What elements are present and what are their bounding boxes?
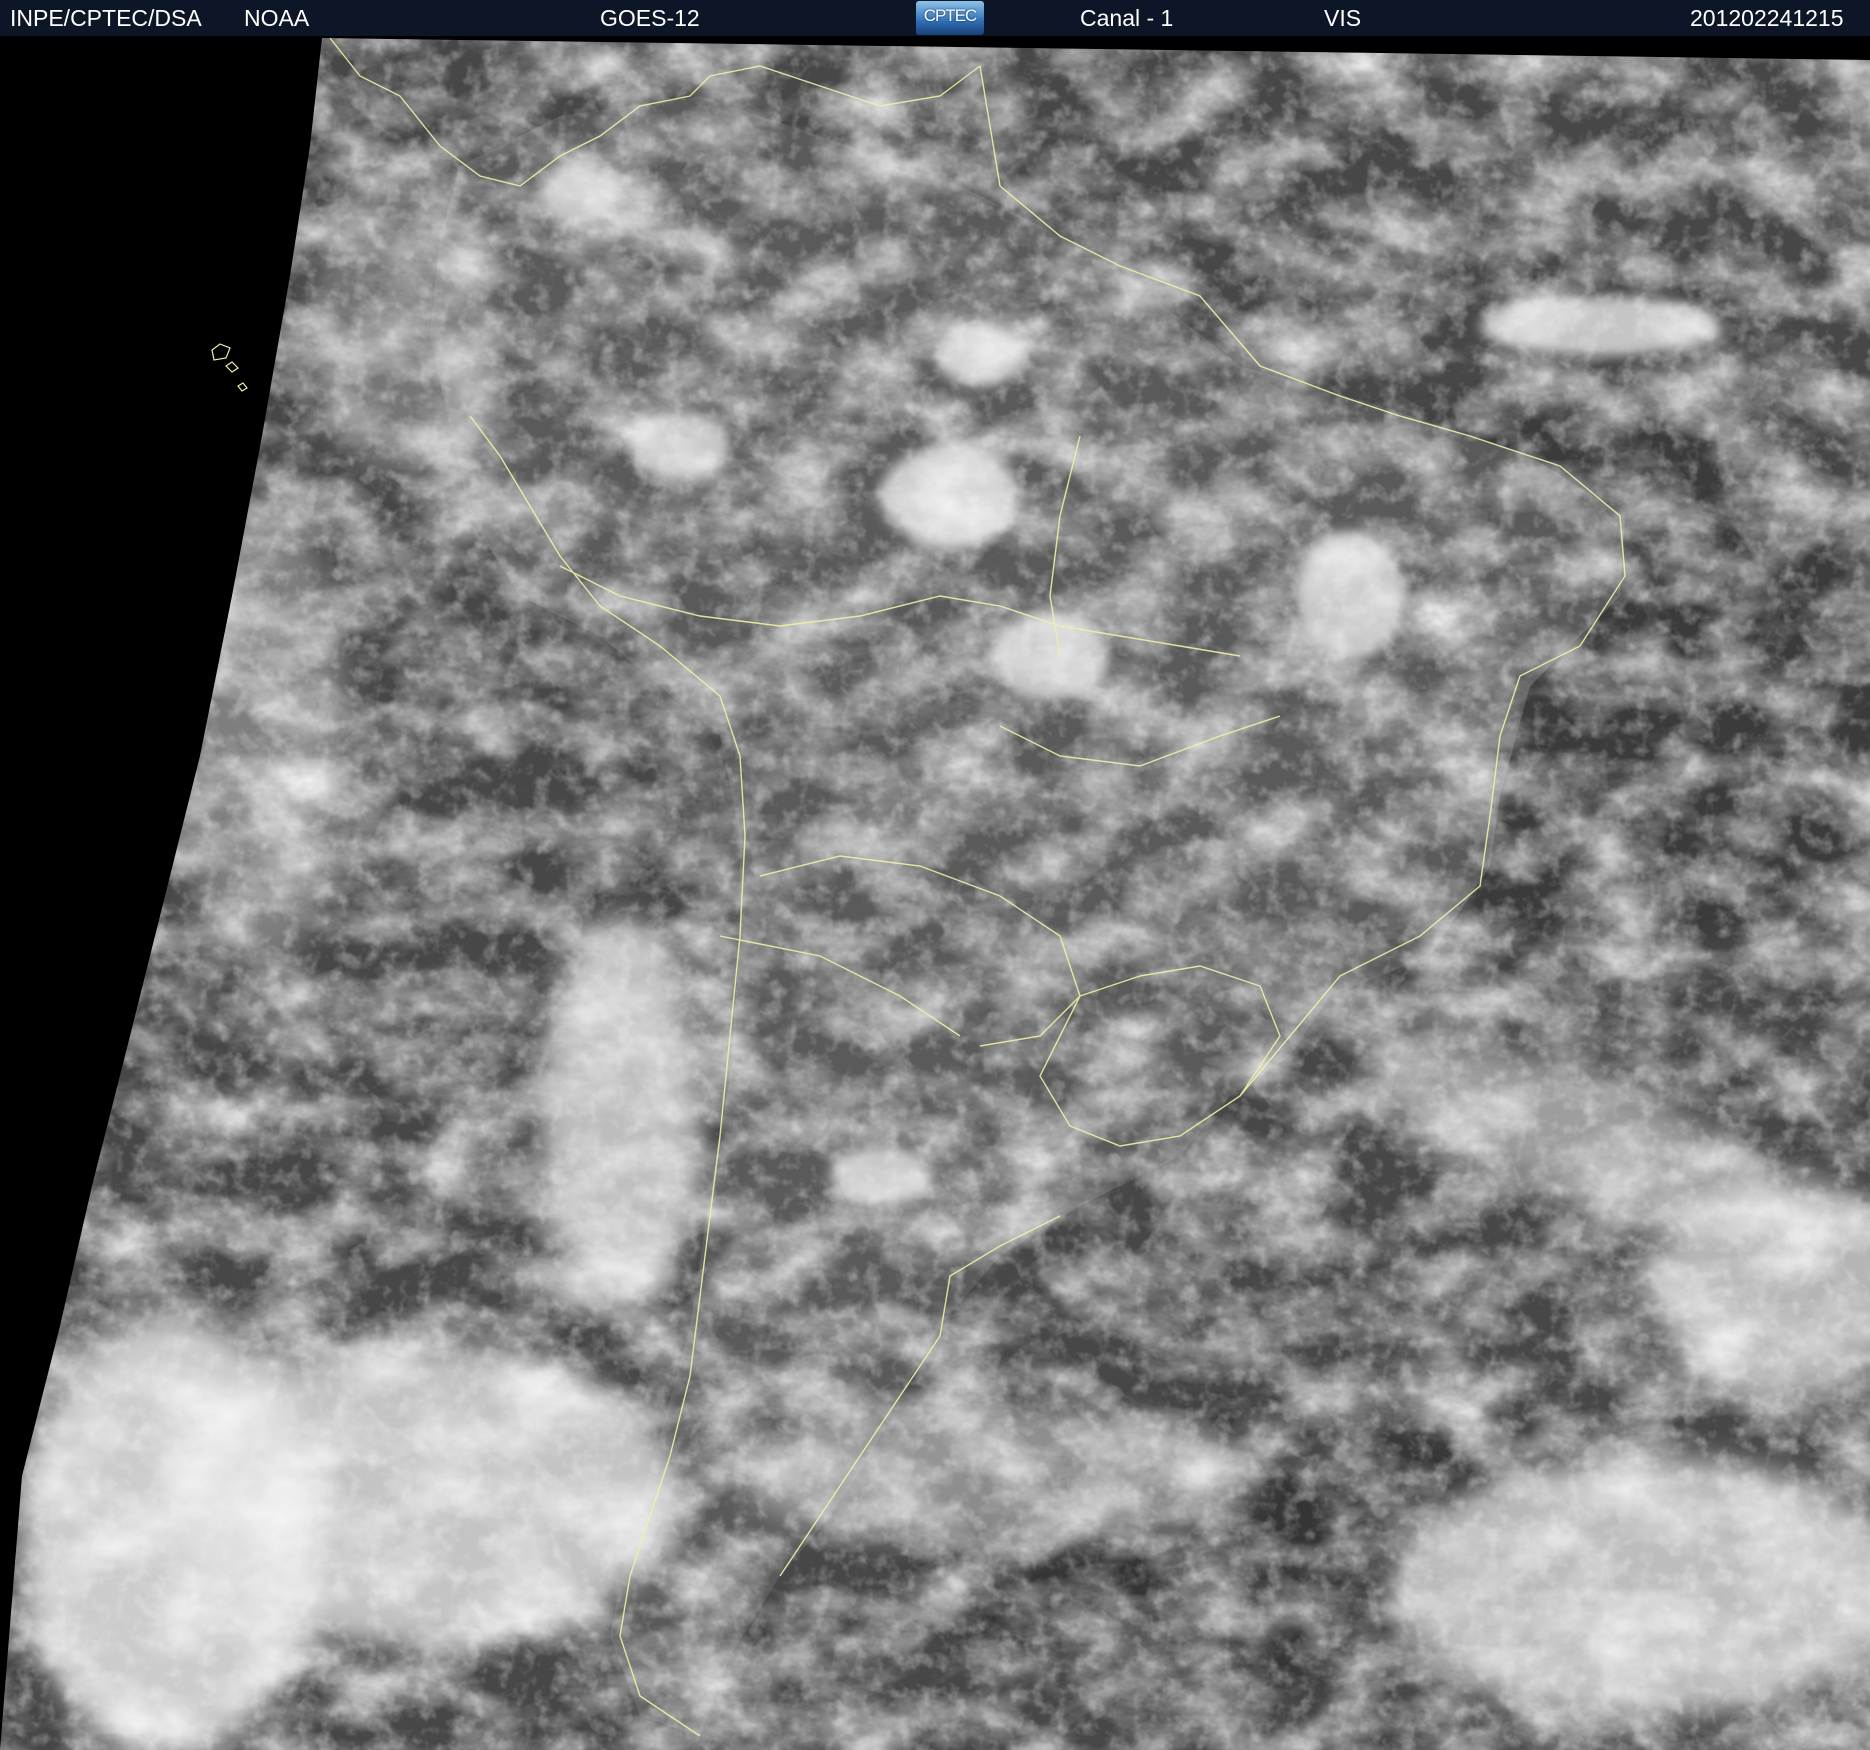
band-label: VIS: [1324, 5, 1362, 31]
agency-label: INPE/CPTEC/DSA: [10, 5, 202, 31]
satellite-image: [0, 36, 1870, 1750]
provider-label: NOAA: [244, 5, 310, 31]
timestamp-label: 201202241215: [1690, 5, 1844, 31]
satellite-label: GOES-12: [600, 5, 700, 31]
cptec-logo-text: CPTEC: [923, 6, 978, 25]
channel-label: Canal - 1: [1080, 5, 1174, 31]
cptec-logo: CPTEC: [916, 1, 984, 35]
image-header-bar: INPE/CPTEC/DSA NOAA GOES-12 CPTEC Canal …: [0, 0, 1870, 36]
